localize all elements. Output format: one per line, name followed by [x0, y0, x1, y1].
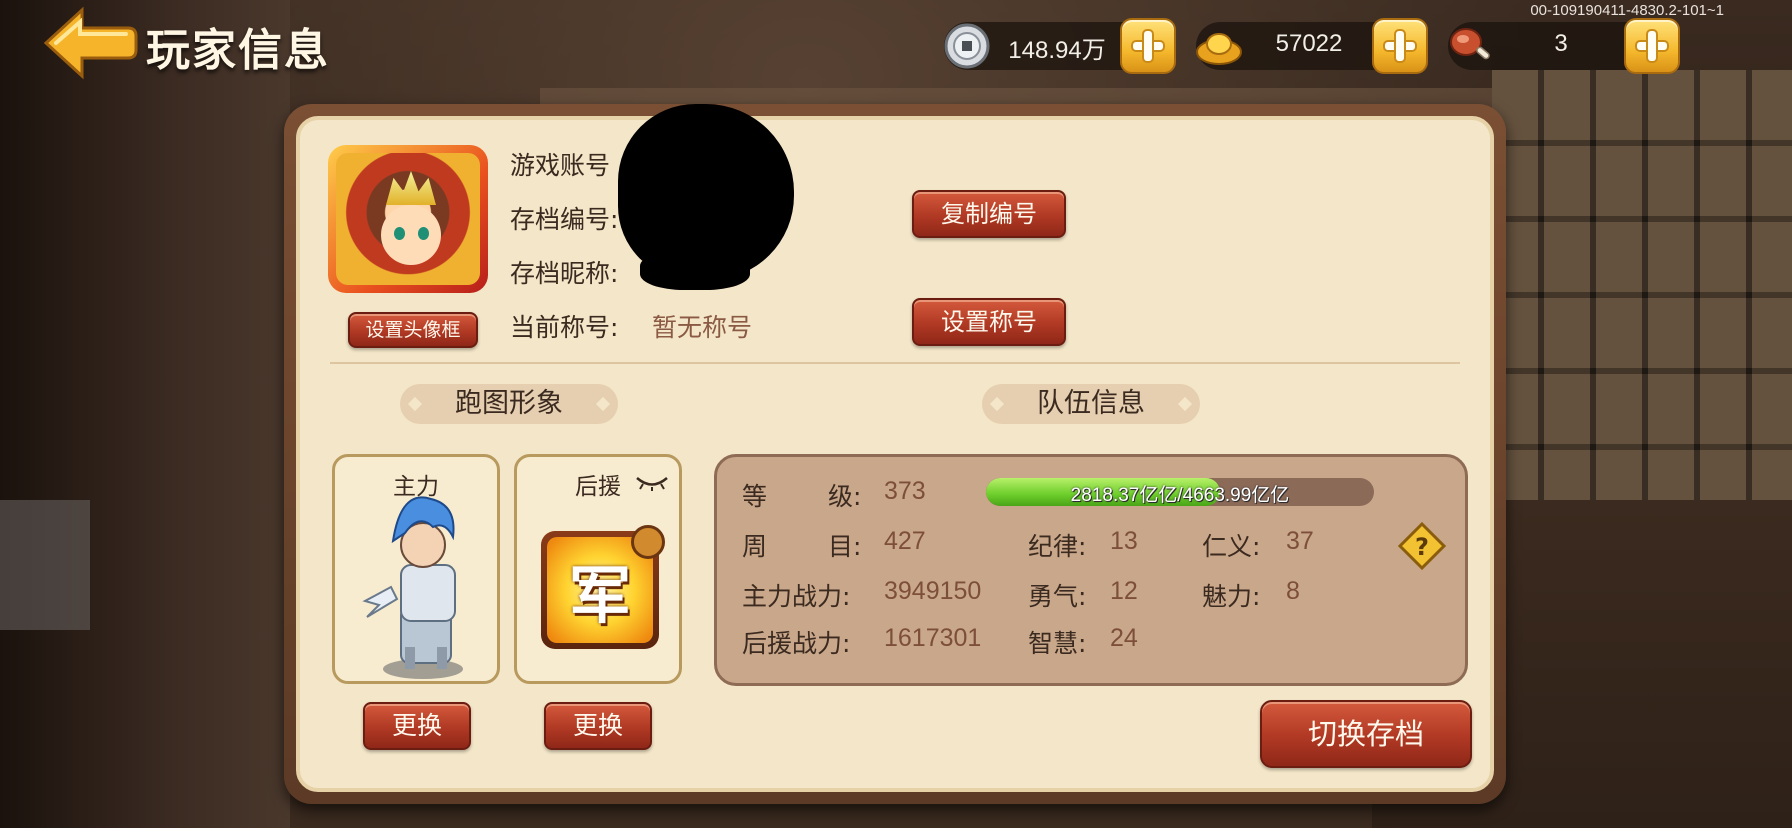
round-value: 427 [884, 527, 926, 555]
add-gold-button[interactable] [1372, 18, 1428, 74]
help-question-icon[interactable]: ? [1397, 521, 1447, 571]
wisdom-value: 24 [1110, 624, 1138, 652]
page-title: 玩家信息 [146, 25, 330, 76]
wisdom-label: 智慧: [1028, 629, 1087, 658]
change-main-button[interactable]: 更换 [363, 702, 471, 750]
switch-save-button[interactable]: 切换存档 [1260, 700, 1472, 768]
main-power-label: 主力战力: [742, 582, 851, 611]
benevolence-value: 37 [1286, 527, 1314, 555]
redacted-area-lower [640, 250, 750, 290]
level-label-part1: 等 [742, 482, 768, 511]
current-title-label: 当前称号: [510, 313, 619, 342]
level-label-part2: 级: [828, 482, 862, 511]
army-badge-icon [631, 525, 665, 559]
support-power-value: 1617301 [884, 624, 982, 652]
exp-progress-bar: 2818.37亿亿/4663.99亿亿 [986, 478, 1374, 506]
silver-value: 148.94万 [1008, 37, 1106, 64]
meat-value: 3 [1554, 30, 1568, 57]
meat-icon [1446, 22, 1496, 70]
version-label: 00-109190411-4830.2-101~1 [1530, 2, 1724, 19]
add-meat-button[interactable] [1624, 18, 1680, 74]
charm-value: 8 [1286, 577, 1300, 605]
back-arrow-icon[interactable] [42, 6, 138, 80]
discipline-value: 13 [1110, 527, 1138, 555]
copy-id-button[interactable]: 复制编号 [912, 190, 1066, 238]
background-left-panel [0, 500, 90, 630]
eye-closed-icon[interactable] [635, 475, 669, 491]
add-silver-button[interactable] [1120, 18, 1176, 74]
avatar-crown [386, 171, 436, 205]
account-label: 游戏账号 [510, 151, 611, 180]
exp-progress-text: 2818.37亿亿/4663.99亿亿 [1070, 485, 1290, 506]
round-label-part2: 目: [828, 532, 862, 561]
divider [330, 362, 1460, 364]
section-appearance: 跑图形象 [400, 384, 618, 424]
svg-text:?: ? [1415, 533, 1429, 561]
main-character-card[interactable]: 主力 [332, 454, 500, 684]
background-right-window [1492, 70, 1792, 510]
hero-sprite-icon [361, 477, 481, 687]
benevolence-label: 仁义: [1202, 532, 1261, 561]
avatar-portrait [336, 153, 480, 285]
avatar-eye-left [394, 227, 405, 240]
charm-label: 魅力: [1202, 582, 1261, 611]
gold-value: 57022 [1275, 30, 1343, 57]
section-team: 队伍信息 [982, 384, 1200, 424]
avatar[interactable] [328, 145, 488, 293]
set-avatar-frame-button[interactable]: 设置头像框 [348, 312, 478, 348]
main-power-value: 3949150 [884, 577, 982, 605]
silver-coin-icon [942, 22, 992, 70]
avatar-eye-right [418, 227, 429, 240]
currency-gold: 57022 [1194, 18, 1428, 74]
set-title-button[interactable]: 设置称号 [912, 298, 1066, 346]
save-id-label: 存档编号: [510, 205, 619, 234]
avatar-face [381, 205, 441, 265]
courage-label: 勇气: [1028, 582, 1087, 611]
currency-meat: 3 [1446, 18, 1680, 74]
change-support-button[interactable]: 更换 [544, 702, 652, 750]
support-power-label: 后援战力: [742, 629, 851, 658]
courage-value: 12 [1110, 577, 1138, 605]
save-nickname-label: 存档昵称: [510, 259, 619, 288]
level-value: 373 [884, 477, 926, 505]
discipline-label: 纪律: [1028, 532, 1087, 561]
current-title-value: 暂无称号 [652, 313, 753, 342]
army-icon: 军 [541, 525, 665, 649]
support-character-card[interactable]: 后援 军 [514, 454, 682, 684]
background-left-wall [0, 0, 290, 828]
gold-ingot-icon [1194, 22, 1244, 70]
round-label-part1: 周 [742, 532, 768, 561]
currency-silver: 148.94万 [942, 18, 1176, 74]
